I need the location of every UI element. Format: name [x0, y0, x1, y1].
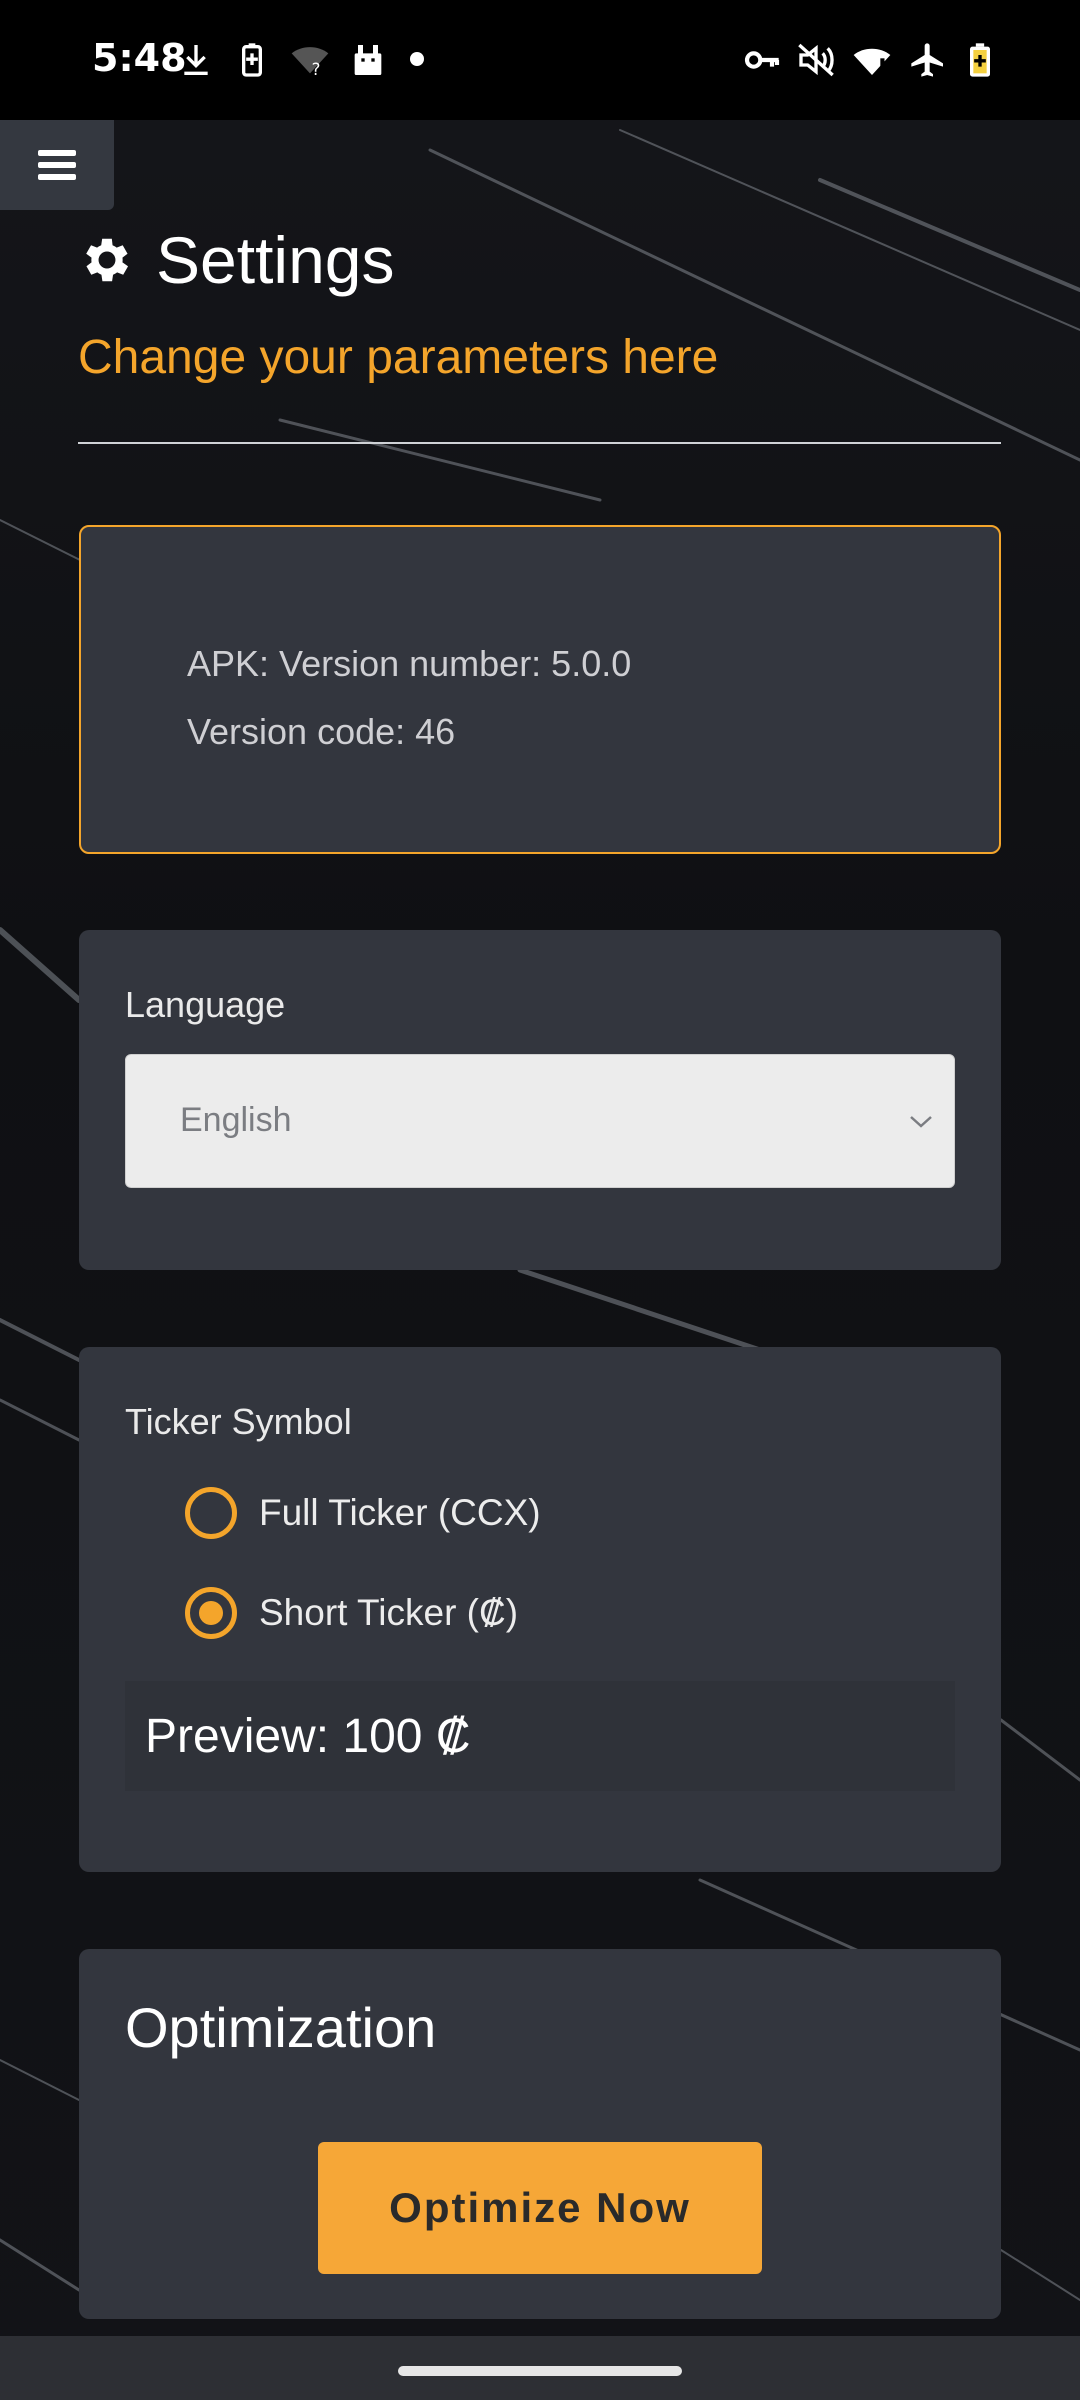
status-time: 5:48 [92, 36, 187, 80]
ticker-option-full[interactable]: Full Ticker (CCX) [185, 1487, 541, 1539]
wifi-alert-icon [852, 40, 892, 80]
chevron-down-icon [910, 1116, 932, 1128]
vpn-key-icon [742, 40, 782, 80]
wifi-unknown-icon: ? [290, 40, 330, 80]
gear-icon [86, 238, 129, 282]
download-icon [176, 40, 216, 80]
hamburger-icon [38, 150, 76, 180]
ticker-preview-text: Preview: 100 ₡ [145, 1710, 471, 1763]
language-select[interactable]: English [125, 1054, 955, 1188]
language-select-value: English [180, 1101, 292, 1139]
optimization-title: Optimization [125, 1996, 437, 2059]
menu-button[interactable] [0, 120, 114, 210]
optimization-card: Optimization Optimize Now [79, 1949, 1001, 2319]
optimize-now-button[interactable]: Optimize Now [318, 2142, 762, 2274]
svg-text:?: ? [312, 60, 321, 79]
radio-button-short[interactable] [185, 1587, 237, 1639]
header-divider [78, 442, 1001, 444]
battery-saver-icon [232, 40, 272, 80]
status-bar: 5:48 ? [0, 0, 1080, 120]
battery-icon [960, 40, 1000, 80]
version-card: APK: Version number: 5.0.0 Version code:… [79, 525, 1001, 854]
language-label: Language [125, 984, 286, 1025]
page-subtitle: Change your parameters here [78, 331, 719, 384]
language-card: Language English [79, 930, 1001, 1270]
ticker-label: Ticker Symbol [125, 1401, 352, 1442]
ticker-card: Ticker Symbol Full Ticker (CCX) Short Ti… [79, 1347, 1001, 1872]
home-gesture-handle[interactable] [398, 2366, 682, 2376]
mute-icon [796, 40, 836, 80]
page-title-text: Settings [156, 223, 395, 297]
version-code: Version code: 46 [187, 711, 456, 752]
version-number: APK: Version number: 5.0.0 [187, 643, 632, 684]
ticker-option-short[interactable]: Short Ticker (₡) [185, 1587, 518, 1639]
ticker-preview: Preview: 100 ₡ [125, 1681, 955, 1791]
page-title: Settings [78, 222, 394, 298]
dot-icon [410, 52, 424, 66]
ticker-option-short-label: Short Ticker (₡) [259, 1592, 519, 1633]
android-icon [348, 40, 388, 80]
radio-button-full[interactable] [185, 1487, 237, 1539]
airplane-icon [908, 40, 948, 80]
ticker-option-full-label: Full Ticker (CCX) [259, 1492, 541, 1533]
